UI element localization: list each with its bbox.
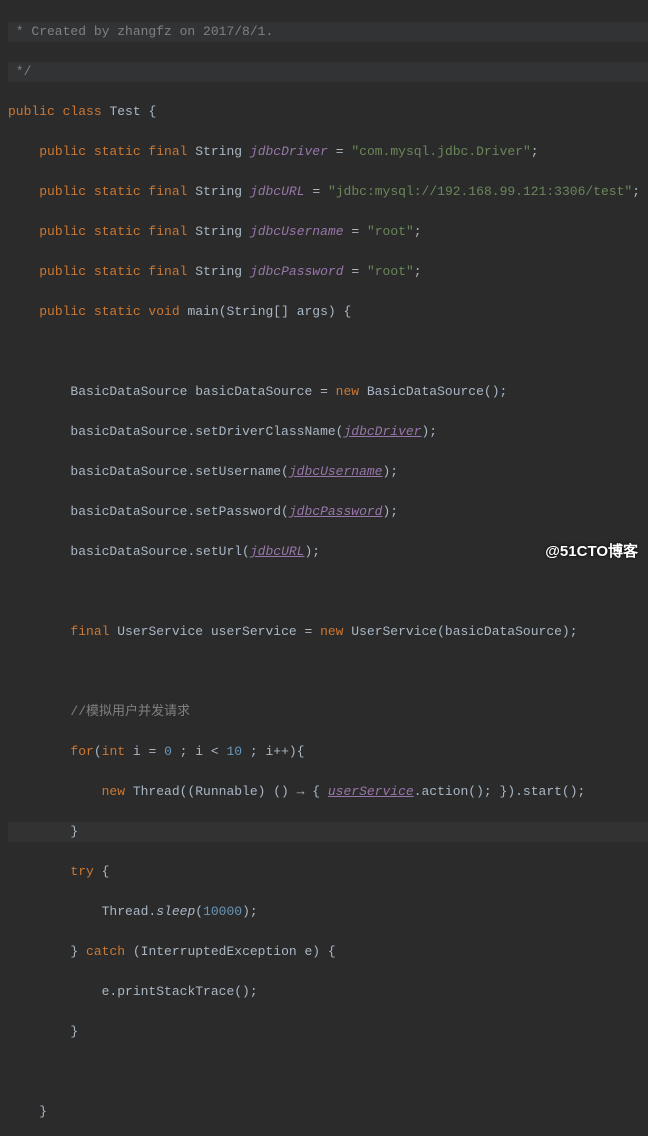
field-user: public static final String jdbcUsername …	[8, 222, 648, 242]
for-close: }	[8, 822, 648, 842]
catch-close: }	[8, 1022, 648, 1042]
comment-line: * Created by zhangfz on 2017/8/1.	[8, 22, 648, 42]
for-loop: for(int i = 0 ; i < 10 ; i++){	[8, 742, 648, 762]
try: try {	[8, 862, 648, 882]
field-pass: public static final String jdbcPassword …	[8, 262, 648, 282]
blank	[8, 1062, 648, 1082]
stacktrace: e.printStackTrace();	[8, 982, 648, 1002]
blank	[8, 662, 648, 682]
comment-sim: //模拟用户并发请求	[8, 702, 648, 722]
main-decl: public static void main(String[] args) {	[8, 302, 648, 322]
code-editor[interactable]: * Created by zhangfz on 2017/8/1. */ pub…	[0, 0, 648, 1136]
field-url: public static final String jdbcURL = "jd…	[8, 182, 648, 202]
blank	[8, 342, 648, 362]
thread-start: new Thread((Runnable) () → { userService…	[8, 782, 648, 802]
comment-end: */	[8, 62, 648, 82]
sleep: Thread.sleep(10000);	[8, 902, 648, 922]
ds-decl: BasicDataSource basicDataSource = new Ba…	[8, 382, 648, 402]
blank	[8, 582, 648, 602]
watermark: @51CTO博客	[545, 542, 638, 562]
set-user: basicDataSource.setUsername(jdbcUsername…	[8, 462, 648, 482]
userservice-decl: final UserService userService = new User…	[8, 622, 648, 642]
set-pass: basicDataSource.setPassword(jdbcPassword…	[8, 502, 648, 522]
set-driver: basicDataSource.setDriverClassName(jdbcD…	[8, 422, 648, 442]
method-close: }	[8, 1102, 648, 1122]
field-driver: public static final String jdbcDriver = …	[8, 142, 648, 162]
catch: } catch (InterruptedException e) {	[8, 942, 648, 962]
class-decl: public class Test {	[8, 102, 648, 122]
